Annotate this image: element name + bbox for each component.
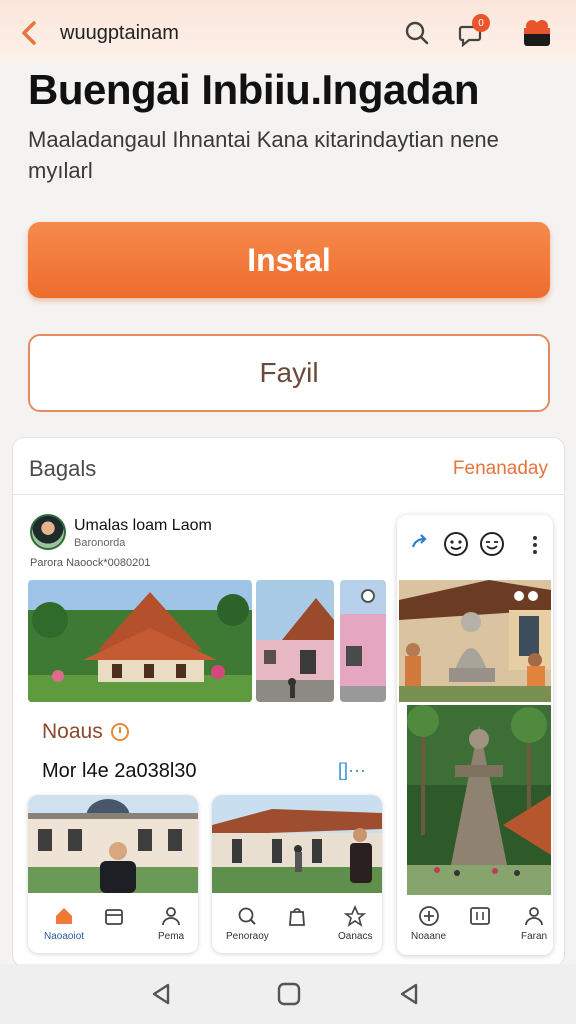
chevron-left-icon	[22, 21, 36, 45]
smile-icon[interactable]	[479, 531, 505, 557]
emoji-icon[interactable]	[443, 531, 469, 557]
post-subtitle: Baronorda	[74, 537, 126, 549]
store-icon	[105, 909, 123, 925]
panel-heading: Bagals	[29, 456, 97, 481]
nav-label: Faran	[521, 931, 548, 942]
search-button[interactable]	[400, 16, 434, 50]
nav-label: Oanacs	[338, 931, 373, 942]
divider	[13, 494, 564, 495]
recents-triangle-icon[interactable]	[398, 982, 420, 1006]
install-button[interactable]: Instal	[28, 222, 550, 298]
more-vert-icon[interactable]	[531, 535, 539, 555]
nav-label: Naoaoiot	[44, 931, 85, 942]
bookmark-icon	[344, 905, 367, 927]
url-text[interactable]: wuugptainam	[60, 22, 179, 45]
nav-bag[interactable]	[286, 905, 308, 927]
place-date: Mor l4e 2a038l30	[42, 760, 197, 782]
nav-saved[interactable]: Oanacs	[338, 905, 372, 942]
more-link[interactable]: []···	[338, 760, 366, 781]
page-title: Buengai Inbiiu.Ingadan	[28, 66, 480, 113]
panel-see-all-link[interactable]: Fenanaday	[453, 458, 548, 480]
back-button[interactable]	[14, 18, 44, 48]
page-description: Maaladangaul Ihnantai Kana ĸitarindaytia…	[28, 127, 499, 183]
pavilion-image	[28, 580, 252, 702]
photo-pavilion[interactable]	[28, 580, 252, 702]
nav-label: Penoraoy	[226, 931, 269, 942]
statue-image	[399, 580, 551, 702]
photo-pink-house[interactable]	[256, 580, 334, 702]
forest-statue-image	[407, 705, 551, 895]
building-image	[340, 580, 386, 702]
nav-search[interactable]: Penoraoy	[226, 905, 269, 942]
pink-house-image	[256, 580, 334, 702]
profile-button[interactable]	[520, 16, 554, 50]
avatar[interactable]	[30, 514, 66, 550]
back-triangle-icon[interactable]	[150, 982, 172, 1006]
nav-home[interactable]: Naoaoiot	[44, 905, 84, 942]
nav-label: Pema	[158, 931, 185, 942]
search-icon	[405, 21, 429, 45]
bag-icon	[289, 908, 305, 926]
person-icon	[162, 907, 180, 926]
search-icon	[239, 907, 257, 925]
nav-profile[interactable]: Pema	[158, 905, 184, 942]
home-square-icon[interactable]	[277, 982, 301, 1006]
clock-icon	[110, 723, 129, 741]
home-icon	[56, 908, 73, 924]
share-button[interactable]: Fayil	[28, 334, 550, 412]
courtyard-image	[212, 795, 382, 893]
nav-add[interactable]: Noaane	[411, 905, 446, 942]
side-preview-card[interactable]: Noaane Faran	[397, 515, 553, 955]
nav-store[interactable]	[103, 905, 125, 927]
nav-grid[interactable]	[469, 905, 491, 927]
grid-icon	[470, 907, 490, 925]
preview-card-1[interactable]: Naoaoiot Pema	[28, 795, 198, 953]
notification-badge: 0	[472, 14, 490, 32]
post-meta: Parora Naoock*0080201	[30, 557, 151, 569]
share-arrow-icon[interactable]	[409, 531, 431, 553]
post-author[interactable]: Umalas loam Laom	[74, 517, 212, 535]
nav-account[interactable]: Faran	[521, 905, 547, 942]
place-title-text: Noaus	[42, 720, 103, 743]
plus-circle-icon	[418, 906, 439, 926]
preview-card-2[interactable]: Penoraoy Oanacs	[212, 795, 382, 953]
school-image	[28, 795, 198, 893]
top-app-bar: wuugptainam 0	[0, 0, 576, 62]
nav-label: Noaane	[411, 931, 447, 942]
photo-building[interactable]	[340, 580, 386, 702]
person-icon	[525, 907, 543, 926]
system-nav-bar	[0, 964, 576, 1024]
gift-icon	[524, 20, 550, 46]
place-title[interactable]: Noaus	[42, 720, 129, 744]
notifications-button[interactable]: 0	[454, 14, 490, 50]
